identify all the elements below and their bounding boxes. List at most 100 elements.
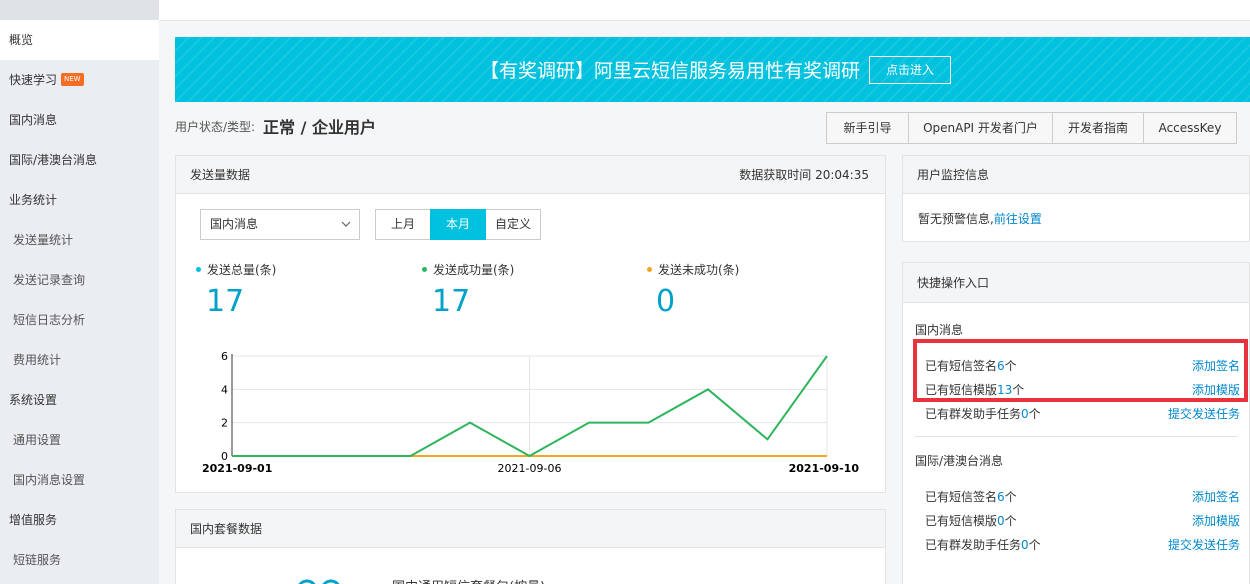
- toolbar: 新手引导 OpenAPI 开发者门户 开发者指南 AccessKey: [826, 112, 1237, 144]
- sidebar-item-quick-learn[interactable]: 快速学习 NEW: [0, 60, 159, 100]
- sidebar-item-label: 国内消息: [9, 113, 58, 127]
- metric-success-value: 17: [432, 284, 471, 319]
- sidebar-item-label: 通用设置: [13, 433, 62, 447]
- row-suffix: 个: [1028, 538, 1041, 552]
- y-tick-label: 4: [221, 383, 228, 396]
- sidebar-item-label: 业务统计: [9, 193, 58, 207]
- domestic-section-title: 国内消息: [915, 323, 964, 337]
- metric-total-label: 发送总量(条): [196, 261, 276, 278]
- metric-label-text: 发送总量(条): [207, 263, 277, 277]
- sidebar: 概览 快速学习 NEW 国内消息 国际/港澳台消息 业务统计 发送量统计 发送记录…: [0, 0, 159, 584]
- sidebar-item-value-added[interactable]: 增值服务: [0, 500, 159, 540]
- sidebar-item-send-stats[interactable]: 发送量统计: [0, 220, 159, 260]
- domestic-template-count: 已有短信模版13个: [925, 381, 1024, 398]
- domestic-signature-count: 已有短信签名6个: [925, 357, 1017, 374]
- x-tick-label: 2021-09-06: [498, 462, 562, 475]
- failed-dot: [647, 267, 652, 272]
- row-count: 0: [1021, 538, 1029, 552]
- beginner-guide-button[interactable]: 新手引导: [826, 112, 909, 144]
- sidebar-item-international[interactable]: 国际/港澳台消息: [0, 140, 159, 180]
- section-divider: [915, 436, 1238, 437]
- sidebar-item-overview[interactable]: 概览: [0, 20, 159, 60]
- sidebar-item-label: 费用统计: [13, 353, 62, 367]
- row-suffix: 个: [1004, 490, 1017, 504]
- openapi-portal-button[interactable]: OpenAPI 开发者门户: [908, 112, 1053, 144]
- sidebar-item-short-link[interactable]: 短链服务: [0, 540, 159, 580]
- sidebar-item-domestic[interactable]: 国内消息: [0, 100, 159, 140]
- monitor-message: 暂无预警信息,: [918, 212, 994, 226]
- banner-enter-button[interactable]: 点击进入: [869, 56, 951, 84]
- fetch-time: 数据获取时间 20:04:35: [739, 168, 869, 182]
- sidebar-item-label: 系统设置: [9, 393, 58, 407]
- package-name: 国内通用短信套餐包(按量): [392, 576, 545, 584]
- banner-text: 【有奖调研】阿里云短信服务易用性有奖调研: [480, 60, 861, 82]
- row-count: 13: [997, 383, 1013, 397]
- tab-this-month[interactable]: 本月: [430, 209, 486, 240]
- chevron-down-icon: [341, 221, 351, 227]
- sidebar-item-label: 快速学习: [9, 73, 58, 87]
- send-volume-header: 发送量数据 数据获取时间 20:04:35: [176, 156, 885, 194]
- package-panel: 国内套餐数据: [175, 509, 886, 584]
- accesskey-button[interactable]: AccessKey: [1143, 112, 1237, 144]
- row-prefix: 已有短信模版: [925, 383, 998, 397]
- sidebar-item-label: 国际/港澳台消息: [9, 153, 98, 167]
- sidebar-item-general-settings[interactable]: 通用设置: [0, 420, 159, 460]
- row-prefix: 已有群发助手任务: [925, 407, 1022, 421]
- monitor-header: 用户监控信息: [903, 156, 1249, 194]
- intl-submit-send-task-link[interactable]: 提交发送任务: [1168, 536, 1240, 553]
- y-tick-label: 6: [221, 350, 228, 363]
- sidebar-item-send-records[interactable]: 发送记录查询: [0, 260, 159, 300]
- intl-section-title: 国际/港澳台消息: [915, 454, 1004, 468]
- panel-title: 国内套餐数据: [190, 522, 263, 536]
- sidebar-item-domestic-settings[interactable]: 国内消息设置: [0, 460, 159, 500]
- row-prefix: 已有短信签名: [925, 359, 998, 373]
- sidebar-item-system-settings[interactable]: 系统设置: [0, 380, 159, 420]
- new-badge: NEW: [61, 73, 84, 86]
- panel-title: 快捷操作入口: [917, 276, 990, 290]
- intl-batch-task-count: 已有群发助手任务0个: [925, 536, 1041, 553]
- sidebar-item-label: 短信日志分析: [13, 313, 86, 327]
- tab-custom[interactable]: 自定义: [485, 209, 541, 240]
- sidebar-item-log-analysis[interactable]: 短信日志分析: [0, 300, 159, 340]
- panel-title: 用户监控信息: [917, 168, 990, 182]
- row-prefix: 已有短信签名: [925, 490, 998, 504]
- sidebar-item-label: 发送量统计: [13, 233, 74, 247]
- monitor-info: 暂无预警信息,前往设置: [918, 210, 1042, 227]
- x-tick-label: 2021-09-01: [202, 462, 272, 475]
- metric-failed-value: 0: [656, 284, 676, 319]
- top-bar: [159, 0, 1250, 21]
- tab-last-month[interactable]: 上月: [375, 209, 431, 240]
- message-type-select[interactable]: 国内消息: [200, 209, 360, 240]
- intl-add-template-link[interactable]: 添加模版: [1192, 512, 1240, 529]
- x-tick-label: 2021-09-10: [789, 462, 860, 475]
- panel-title: 发送量数据: [190, 168, 251, 182]
- success-dot: [422, 267, 427, 272]
- sidebar-item-label: 国内消息设置: [13, 473, 86, 487]
- period-segment: 上月 本月 自定义: [375, 209, 541, 240]
- go-settings-link[interactable]: 前往设置: [994, 212, 1042, 226]
- total-dot: [196, 267, 201, 272]
- row-suffix: 个: [1004, 359, 1017, 373]
- sidebar-item-label: 增值服务: [9, 513, 58, 527]
- row-count: 6: [997, 359, 1005, 373]
- y-tick-label: 2: [221, 417, 228, 430]
- sidebar-item-label: 概览: [9, 33, 34, 47]
- add-template-link[interactable]: 添加模版: [1192, 381, 1240, 398]
- sidebar-item-cost-stats[interactable]: 费用统计: [0, 340, 159, 380]
- row-suffix: 个: [1028, 407, 1041, 421]
- intl-signature-count: 已有短信签名6个: [925, 488, 1017, 505]
- row-prefix: 已有群发助手任务: [925, 538, 1022, 552]
- developer-guide-button[interactable]: 开发者指南: [1052, 112, 1144, 144]
- row-count: 6: [997, 490, 1005, 504]
- package-header: 国内套餐数据: [176, 510, 885, 548]
- row-suffix: 个: [1004, 514, 1017, 528]
- add-signature-link[interactable]: 添加签名: [1192, 357, 1240, 374]
- metric-total-value: 17: [206, 284, 245, 319]
- intl-add-signature-link[interactable]: 添加签名: [1192, 488, 1240, 505]
- submit-send-task-link[interactable]: 提交发送任务: [1168, 405, 1240, 422]
- sidebar-item-business-stats[interactable]: 业务统计: [0, 180, 159, 220]
- row-prefix: 已有短信模版: [925, 514, 998, 528]
- domestic-batch-task-count: 已有群发助手任务0个: [925, 405, 1041, 422]
- package-circle-icon: [298, 579, 340, 584]
- sidebar-item-label: 发送记录查询: [13, 273, 86, 287]
